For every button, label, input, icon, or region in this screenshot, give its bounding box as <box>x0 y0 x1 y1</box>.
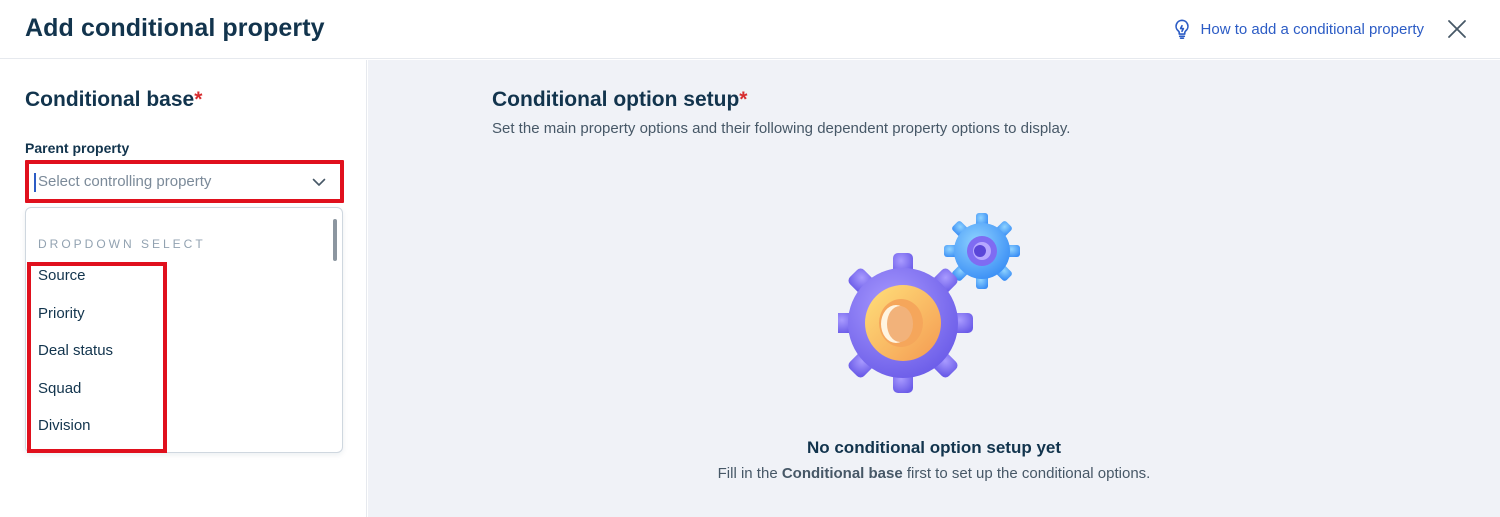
dropdown-option-source[interactable]: Source <box>38 267 86 284</box>
setup-title: Conditional option setup* <box>492 88 747 112</box>
dropdown-option-division[interactable]: Division <box>38 417 91 434</box>
help-link[interactable]: How to add a conditional property <box>1171 18 1424 40</box>
conditional-base-panel: Conditional base* Parent property Select… <box>0 60 367 517</box>
dropdown-option-squad[interactable]: Squad <box>38 380 81 397</box>
modal-header: Add conditional property How to add a co… <box>0 0 1500 59</box>
parent-property-select[interactable]: Select controlling property <box>25 160 344 203</box>
close-icon[interactable] <box>1447 19 1467 39</box>
dropdown-scrollbar[interactable] <box>333 219 337 261</box>
conditional-option-panel: Conditional option setup* Set the main p… <box>368 60 1500 517</box>
lightbulb-icon <box>1174 19 1189 39</box>
big-gear <box>838 253 973 393</box>
gears-illustration <box>838 213 1020 393</box>
required-mark: * <box>739 88 748 111</box>
section-title-text: Conditional base <box>25 88 195 111</box>
setup-title-text: Conditional option setup <box>492 88 740 111</box>
section-title: Conditional base* <box>25 88 202 112</box>
chevron-down-icon[interactable] <box>312 175 326 189</box>
empty-state-description: Fill in the Conditional base first to se… <box>368 465 1500 482</box>
dropdown-heading: DROPDOWN SELECT <box>38 237 206 251</box>
empty-desc-bold: Conditional base <box>781 465 903 482</box>
empty-desc-prefix: Fill in the <box>717 465 782 482</box>
empty-desc-suffix: first to set up the conditional options. <box>902 465 1151 482</box>
empty-state-title: No conditional option setup yet <box>806 438 1062 457</box>
setup-subtitle: Set the main property options and their … <box>492 120 1071 137</box>
text-cursor <box>34 173 36 192</box>
modal-title: Add conditional property <box>25 14 325 42</box>
parent-property-label: Parent property <box>25 140 130 156</box>
select-placeholder: Select controlling property <box>38 173 212 190</box>
dropdown-option-priority[interactable]: Priority <box>38 305 85 322</box>
required-mark: * <box>194 88 203 111</box>
dropdown-menu: DROPDOWN SELECT Source Priority Deal sta… <box>25 207 343 453</box>
dropdown-option-deal-status[interactable]: Deal status <box>38 342 113 359</box>
help-link-label[interactable]: How to add a conditional property <box>1201 21 1424 38</box>
